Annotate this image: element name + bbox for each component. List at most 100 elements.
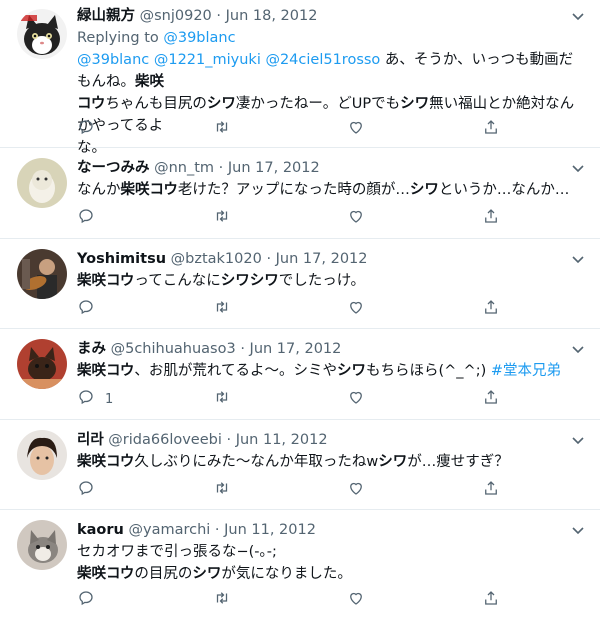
tweet-text: @39blanc @1221_miyuki @24ciel51rosso あ、そ… [77, 49, 586, 159]
tweet-header: まみ @5chihuahuaso3 · Jun 17, 2012 [77, 338, 586, 360]
highlighted-keyword: シワ [192, 566, 222, 582]
reply-icon [77, 589, 95, 611]
avatar[interactable] [17, 158, 67, 208]
tweet-date[interactable]: Jun 17, 2012 [250, 341, 342, 357]
user-handle[interactable]: @bztak1020 [171, 251, 262, 267]
tweet[interactable]: 緑山親方 @snj0920 · Jun 18, 2012 Replying to… [0, 0, 600, 156]
avatar[interactable] [17, 9, 67, 59]
tweet-text: セカオワまで引っ張るな−(-｡-; 柴咲コウの目尻のシワが気になりました。 [77, 541, 586, 585]
tweet-text-segment: ってこんなに [134, 273, 221, 289]
reply-icon [77, 207, 95, 229]
retweet-button[interactable] [213, 589, 231, 611]
tweet-date[interactable]: Jun 18, 2012 [226, 8, 318, 24]
user-handle[interactable]: @nn_tm [154, 160, 214, 176]
display-name[interactable]: まみ [77, 341, 106, 357]
share-button[interactable] [482, 589, 500, 611]
user-handle[interactable]: @snj0920 [140, 8, 212, 24]
highlighted-keyword: シワ [337, 363, 366, 379]
tweet-text-segment: ちゃんも目尻の [105, 96, 207, 112]
like-button[interactable] [347, 298, 365, 320]
retweet-button[interactable] [213, 207, 231, 229]
avatar[interactable] [17, 249, 67, 299]
share-button[interactable] [482, 388, 500, 410]
like-button[interactable] [347, 479, 365, 501]
user-handle[interactable]: @yamarchi [128, 522, 210, 538]
tweet-text: 柴咲コウ、お肌が荒れてるよ〜。シミやシワもちらほら(^_^;) #堂本兄弟 [77, 360, 586, 382]
tweet[interactable]: Yoshimitsu @bztak1020 · Jun 17, 2012 柴咲コ… [0, 239, 600, 329]
display-name[interactable]: Yoshimitsu [77, 251, 166, 267]
tweet-header: 리라 @rida66loveebi · Jun 11, 2012 [77, 429, 586, 451]
tweet-text-segment: 老けた？アップになった時の顔が… [177, 182, 410, 198]
user-handle[interactable]: @5chihuahuaso3 [111, 341, 236, 357]
retweet-button[interactable] [213, 118, 231, 140]
mention-link[interactable]: @39blanc @1221_miyuki @24ciel51rosso [77, 52, 380, 68]
chevron-down-icon[interactable] [570, 160, 586, 176]
highlighted-keyword: 柴咲 [135, 74, 164, 90]
heart-icon [347, 388, 365, 410]
reply-icon [77, 479, 95, 501]
retweet-icon [213, 388, 231, 410]
tweet-date[interactable]: Jun 11, 2012 [236, 432, 328, 448]
reply-button[interactable] [77, 207, 105, 229]
tweet-header: 緑山親方 @snj0920 · Jun 18, 2012 [77, 5, 586, 27]
highlighted-keyword: シワ [409, 182, 439, 198]
highlighted-keyword: 柴咲コウ [77, 566, 135, 582]
display-name[interactable]: 緑山親方 [77, 8, 135, 24]
share-icon [482, 479, 500, 501]
tweet-text-segment: 、お肌が荒れてるよ〜。シミや [134, 363, 337, 379]
user-handle[interactable]: @rida66loveebi [108, 432, 222, 448]
tweet-text-segment: なんか [77, 182, 121, 198]
share-button[interactable] [482, 118, 500, 140]
tweet-header: Yoshimitsu @bztak1020 · Jun 17, 2012 [77, 248, 586, 270]
chevron-down-icon[interactable] [570, 432, 586, 448]
chevron-down-icon[interactable] [570, 341, 586, 357]
highlighted-keyword: 柴咲コウ [77, 273, 135, 289]
replying-to: Replying to @39blanc [77, 27, 586, 49]
share-icon [482, 388, 500, 410]
reply-button[interactable] [77, 479, 105, 501]
tweet-text: 柴咲コウ久しぶりにみた〜なんか年取ったねwシワが…痩せすぎ？ [77, 451, 586, 473]
tweet[interactable]: まみ @5chihuahuaso3 · Jun 17, 2012 柴咲コウ、お肌… [0, 329, 600, 420]
reply-button[interactable] [77, 589, 105, 611]
retweet-button[interactable] [213, 298, 231, 320]
replying-to-handle[interactable]: @39blanc [163, 30, 235, 46]
action-bar [77, 479, 500, 501]
chevron-down-icon[interactable] [570, 522, 586, 538]
display-name[interactable]: なーつみみ [77, 160, 150, 176]
like-button[interactable] [347, 207, 365, 229]
tweet[interactable]: 리라 @rida66loveebi · Jun 11, 2012 柴咲コウ久しぶ… [0, 420, 600, 510]
share-button[interactable] [482, 207, 500, 229]
share-button[interactable] [482, 298, 500, 320]
retweet-button[interactable] [213, 388, 231, 410]
like-button[interactable] [347, 589, 365, 611]
reply-button[interactable]: 1 [77, 388, 113, 410]
like-button[interactable] [347, 118, 365, 140]
avatar[interactable] [17, 430, 67, 480]
reply-button[interactable] [77, 118, 105, 140]
chevron-down-icon[interactable] [570, 251, 586, 267]
tweet-date[interactable]: Jun 17, 2012 [228, 160, 320, 176]
mention-link[interactable]: #堂本兄弟 [491, 363, 561, 379]
tweet-text-segment: の目尻の [134, 566, 193, 582]
heart-icon [347, 479, 365, 501]
avatar[interactable] [17, 520, 67, 570]
tweet[interactable]: なーつみみ @nn_tm · Jun 17, 2012 なんか柴咲コウ老けた？ア… [0, 148, 600, 239]
tweet[interactable]: kaoru @yamarchi · Jun 11, 2012 セカオワまで引っ張… [0, 510, 600, 617]
like-button[interactable] [347, 388, 365, 410]
heart-icon [347, 118, 365, 140]
highlighted-keyword: 柴咲コウ [120, 182, 178, 198]
separator: · [240, 341, 245, 357]
chevron-down-icon[interactable] [570, 8, 586, 24]
display-name[interactable]: 리라 [77, 432, 104, 448]
tweet-date[interactable]: Jun 11, 2012 [224, 522, 316, 538]
avatar[interactable] [17, 339, 67, 389]
tweet-date[interactable]: Jun 17, 2012 [276, 251, 368, 267]
share-button[interactable] [482, 479, 500, 501]
reply-button[interactable] [77, 298, 105, 320]
retweet-button[interactable] [213, 479, 231, 501]
retweet-icon [213, 298, 231, 320]
separator: · [226, 432, 232, 448]
display-name[interactable]: kaoru [77, 522, 124, 538]
tweet-text-segment: 久しぶりにみた〜なんか年取ったねw [134, 454, 379, 470]
heart-icon [347, 207, 365, 229]
